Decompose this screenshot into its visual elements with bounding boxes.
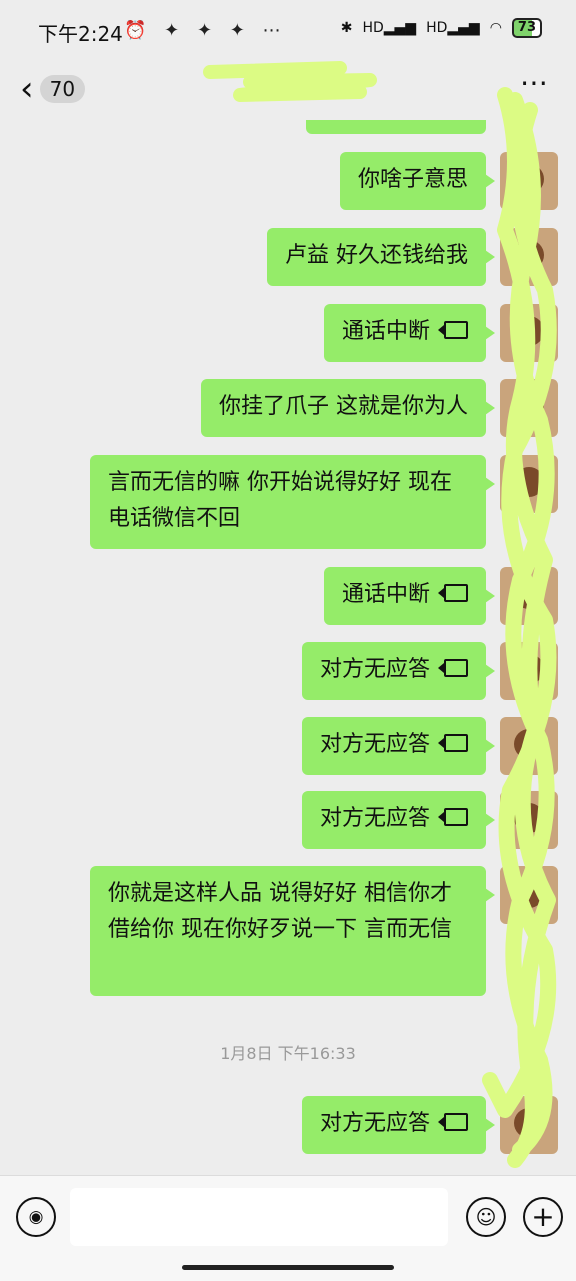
status-right: ✱ HD▂▄▆ HD▂▄▆ ◠ 73 [341,18,542,38]
message-bubble[interactable]: 你挂了爪子 这就是你为人 [201,379,495,437]
video-call-icon [438,659,468,677]
message-text: 通话中断 [341,319,430,344]
more-icon[interactable]: ⋯ [520,66,550,99]
avatar[interactable] [500,379,558,437]
avatar[interactable] [500,642,558,700]
status-time: 下午2:24 [38,22,123,46]
call-message-bubble[interactable]: 对方无应答 [301,1096,496,1154]
chat-header: ‹ 70 ⋯ [0,62,576,120]
avatar[interactable] [500,1096,558,1154]
battery-indicator: 73 [511,18,542,38]
input-bar: ◉ ☺ + [0,1175,576,1281]
plus-icon[interactable]: + [523,1197,563,1237]
avatar[interactable] [500,152,558,210]
call-message-bubble[interactable]: 对方无应答 [301,717,496,775]
message-list[interactable]: 你啥子意思 卢益 好久还钱给我 通话中断 你挂了爪子 这就是你为人 言而无信的嘛… [0,120,576,1175]
video-call-icon [438,808,468,826]
unread-count-badge: 70 [39,75,86,103]
message-input[interactable] [70,1188,448,1246]
video-call-icon [438,1113,468,1131]
avatar[interactable] [500,304,558,362]
avatar[interactable] [500,567,558,625]
call-message-bubble[interactable]: 通话中断 [323,567,496,625]
message-bubble-partial [306,120,486,134]
message-text: 对方无应答 [319,732,430,757]
message-text: 对方无应答 [319,657,430,682]
message-bubble[interactable]: 言而无信的嘛 你开始说得好好 现在电话微信不回 [90,455,495,549]
avatar[interactable] [500,228,558,286]
message-text: 你啥子意思 [357,167,468,192]
notification-icons: ⏰ ✦ ✦ ✦ ⋯ [124,20,287,41]
message-text: 卢益 好久还钱给我 [285,243,468,268]
message-bubble[interactable]: 你啥子意思 [339,152,496,210]
bluetooth-icon: ✱ [340,20,353,36]
call-message-bubble[interactable]: 对方无应答 [301,642,496,700]
video-call-icon [438,584,468,602]
voice-icon[interactable]: ◉ [16,1197,56,1237]
video-call-icon [438,734,468,752]
back-button[interactable]: ‹ 70 [20,69,86,109]
call-message-bubble[interactable]: 通话中断 [323,304,496,362]
avatar[interactable] [500,791,558,849]
message-timestamp: 1月8日 下午16:33 [220,1044,356,1063]
video-call-icon [438,321,468,339]
message-text: 对方无应答 [319,1111,430,1136]
message-bubble[interactable]: 你就是这样人品 说得好好 相信你才借给你 现在你好歹说一下 言而无信 [90,866,495,996]
home-indicator[interactable] [182,1265,394,1270]
chevron-left-icon: ‹ [20,69,34,109]
wifi-icon: ◠ [489,20,502,36]
message-text: 对方无应答 [319,806,430,831]
message-text: 通话中断 [341,582,430,607]
avatar[interactable] [500,866,558,924]
avatar[interactable] [500,455,558,513]
message-text: 言而无信的嘛 你开始说得好好 现在电话微信不回 [108,470,452,531]
message-text: 你就是这样人品 说得好好 相信你才借给你 现在你好歹说一下 言而无信 [108,881,452,942]
call-message-bubble[interactable]: 对方无应答 [301,791,496,849]
status-bar: 下午2:24 ⏰ ✦ ✦ ✦ ⋯ ✱ HD▂▄▆ HD▂▄▆ ◠ 73 [0,0,576,62]
avatar[interactable] [500,717,558,775]
message-bubble[interactable]: 卢益 好久还钱给我 [267,228,495,286]
hd-signal-icon-2: HD▂▄▆ [426,20,480,36]
emoji-icon[interactable]: ☺ [466,1197,506,1237]
message-text: 你挂了爪子 这就是你为人 [219,394,468,419]
hd-signal-icon: HD▂▄▆ [362,20,417,36]
